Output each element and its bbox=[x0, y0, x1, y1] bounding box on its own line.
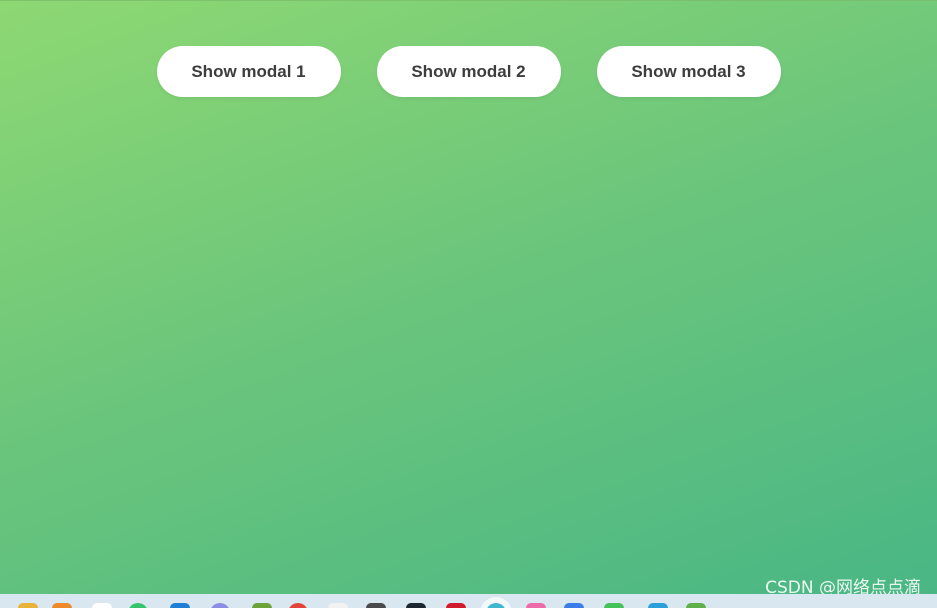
page-background: Show modal 1 Show modal 2 Show modal 3 C… bbox=[0, 0, 937, 608]
show-modal-1-button[interactable]: Show modal 1 bbox=[156, 46, 341, 97]
folder-icon[interactable] bbox=[18, 603, 38, 608]
document-icon[interactable] bbox=[52, 603, 72, 608]
active-app-icon[interactable] bbox=[486, 603, 506, 608]
chat-app-icon[interactable] bbox=[128, 603, 148, 608]
notes-app-icon[interactable] bbox=[328, 603, 348, 608]
browser-app-icon[interactable] bbox=[210, 603, 230, 608]
blank-app-icon[interactable] bbox=[92, 603, 112, 608]
show-modal-2-button[interactable]: Show modal 2 bbox=[376, 46, 561, 97]
button-row: Show modal 1 Show modal 2 Show modal 3 bbox=[0, 46, 937, 97]
code-app-icon[interactable] bbox=[252, 603, 272, 608]
mail-app-icon[interactable] bbox=[170, 603, 190, 608]
blue-app-icon[interactable] bbox=[564, 603, 584, 608]
music-app-icon[interactable] bbox=[288, 603, 308, 608]
terminal-app-icon[interactable] bbox=[406, 603, 426, 608]
top-border-line bbox=[0, 0, 937, 1]
taskbar bbox=[0, 594, 937, 608]
green-app-icon[interactable] bbox=[604, 603, 624, 608]
red-app-icon[interactable] bbox=[446, 603, 466, 608]
media-app-icon[interactable] bbox=[366, 603, 386, 608]
show-modal-3-button[interactable]: Show modal 3 bbox=[596, 46, 781, 97]
edit-app-icon[interactable] bbox=[648, 603, 668, 608]
leaf-app-icon[interactable] bbox=[686, 603, 706, 608]
pink-app-icon[interactable] bbox=[526, 603, 546, 608]
